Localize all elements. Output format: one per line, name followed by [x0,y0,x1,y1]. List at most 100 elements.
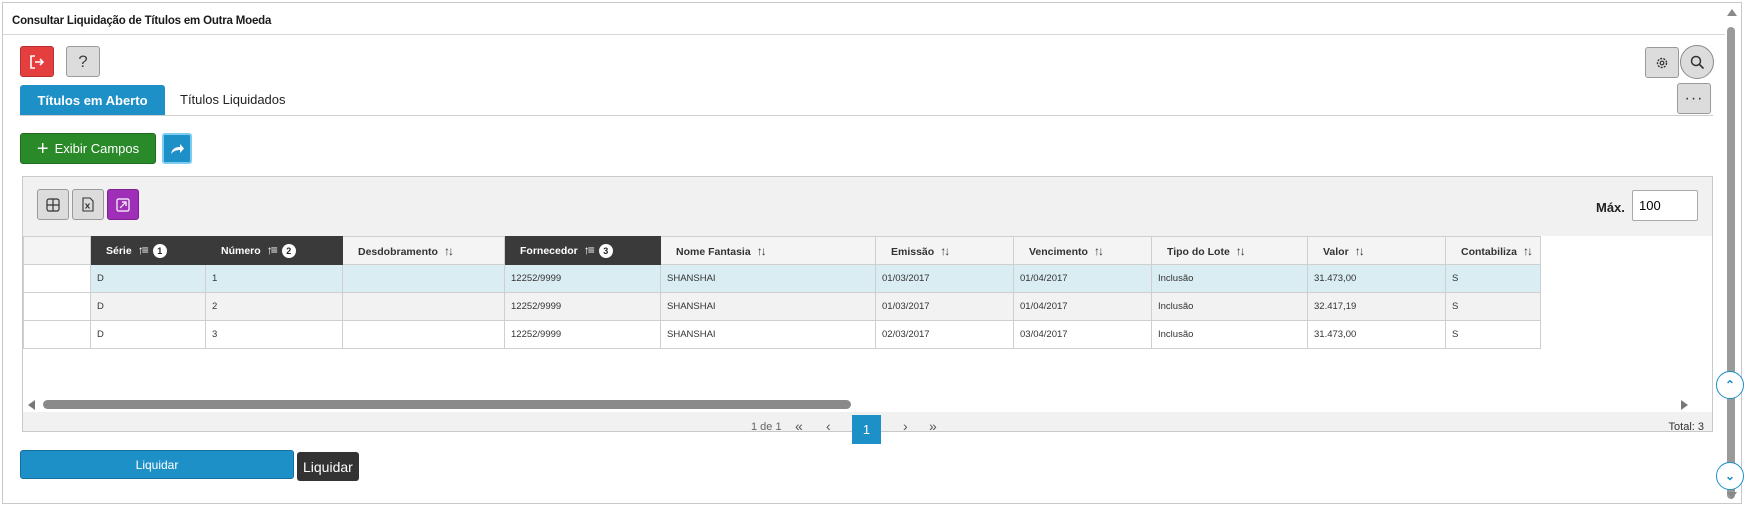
pagination: 1 de 1 « ‹ 1 › » Total: 3 [23,413,1712,444]
page-info: 1 de 1 [751,421,782,433]
scroll-thumb[interactable] [1727,27,1735,499]
column-header-contabiliza[interactable]: Contabiliza ↑↓ [1445,236,1541,265]
sort-icon[interactable]: ↑↓ [1236,244,1246,258]
grid-toolbar [37,189,139,220]
column-header-vencimento[interactable]: Vencimento ↑↓ [1013,236,1152,265]
share-button[interactable] [162,133,192,164]
header-row: Série ↑≡ 1 Número ↑≡ 2 Desdobramento ↑↓ Forne… [23,236,1541,265]
liquidar-tooltip: Liquidar [297,452,359,481]
sort-icon[interactable]: ↑↓ [1094,244,1104,258]
cell-nome-fantasia: SHANSHAI [660,292,876,321]
cell-vencimento: 03/04/2017 [1013,320,1152,349]
last-page-icon[interactable]: » [929,418,937,434]
table-row[interactable]: D 2 12252/9999 SHANSHAI 01/03/2017 01/04… [23,292,1541,321]
cell-valor: 32.417,19 [1307,292,1446,321]
ellipsis-icon: ··· [1684,89,1704,107]
cell-serie: D [90,264,206,293]
cell-numero: 1 [205,264,343,293]
tab-bar: Títulos em Aberto Títulos Liquidados [20,85,1713,116]
cell-fornecedor: 12252/9999 [504,292,661,321]
cell-nome-fantasia: SHANSHAI [660,320,876,349]
sort-icon[interactable]: ↑↓ [444,244,454,258]
cell-fornecedor: 12252/9999 [504,264,661,293]
next-page-icon[interactable]: › [903,418,908,434]
column-header-numero[interactable]: Número ↑≡ 2 [205,236,343,265]
tab-titulos-em-aberto[interactable]: Títulos em Aberto [20,85,165,115]
sort-icon[interactable]: ↑↓ [757,244,767,258]
column-label: Série [106,244,132,257]
sort-icon[interactable]: ↑↓ [1523,244,1533,258]
exit-icon [30,54,45,69]
help-icon: ? [78,51,88,71]
sort-order-badge: 2 [281,244,296,259]
cell-emissao: 01/03/2017 [875,264,1014,293]
vertical-scrollbar[interactable] [1723,5,1739,503]
scroll-left-arrow-icon[interactable] [28,400,35,410]
row-select-cell[interactable] [23,320,91,349]
column-header-desdobramento[interactable]: Desdobramento ↑↓ [342,236,505,265]
scroll-right-arrow-icon[interactable] [1681,400,1688,410]
cell-nome-fantasia: SHANSHAI [660,264,876,293]
column-label: Tipo do Lote [1167,245,1230,258]
row-select-cell[interactable] [23,292,91,321]
tab-titulos-liquidados[interactable]: Títulos Liquidados [180,92,286,107]
prev-page-icon[interactable]: ‹ [826,418,831,434]
grid-layout-button[interactable] [37,189,69,220]
more-options-button[interactable]: ··· [1677,83,1711,114]
expand-button[interactable] [107,189,139,220]
cell-contabiliza: S [1445,292,1541,321]
table-row[interactable]: D 1 12252/9999 SHANSHAI 01/03/2017 01/04… [23,264,1541,293]
horizontal-scrollbar[interactable] [23,396,1712,412]
page-1-button[interactable]: 1 [852,415,881,444]
row-select-cell[interactable] [23,264,91,293]
cell-contabiliza: S [1445,264,1541,293]
cell-numero: 2 [205,292,343,321]
help-button[interactable]: ? [66,46,100,77]
cell-desdobramento [342,320,505,349]
column-label: Desdobramento [358,245,438,258]
sort-icon[interactable]: ↑↓ [940,244,950,258]
sort-icon[interactable]: ↑↓ [1355,244,1365,258]
cell-tipo-do-lote: Inclusão [1151,320,1308,349]
cell-tipo-do-lote: Inclusão [1151,292,1308,321]
scroll-to-bottom-button[interactable]: ⌄ [1716,462,1744,490]
column-header-emissao[interactable]: Emissão ↑↓ [875,236,1014,265]
data-grid: Máx. Série↑≡1 Número↑≡2 Desdobramento↑↓ … [22,176,1713,444]
search-button[interactable] [1680,45,1714,79]
liquidar-button[interactable]: Liquidar [20,450,294,479]
scroll-up-arrow-icon[interactable] [1727,9,1737,16]
scroll-to-top-button[interactable]: ⌃ [1716,371,1744,399]
column-header-serie[interactable]: Série ↑≡ 1 [90,236,206,265]
plus-icon: + [36,137,49,160]
column-label: Número [221,244,261,257]
table-area: Série ↑≡ 1 Número ↑≡ 2 Desdobramento ↑↓ Forne… [23,236,1712,396]
scroll-down-arrow-icon[interactable] [1727,492,1737,499]
sort-asc-icon[interactable]: ↑≡ [138,243,149,257]
table-row[interactable]: D 3 12252/9999 SHANSHAI 02/03/2017 03/04… [23,320,1541,349]
first-page-icon[interactable]: « [795,418,803,434]
settings-button[interactable] [1645,47,1679,78]
cell-tipo-do-lote: Inclusão [1151,264,1308,293]
column-header-valor[interactable]: Valor ↑↓ [1307,236,1446,265]
max-input[interactable] [1632,190,1698,221]
cell-emissao: 02/03/2017 [875,320,1014,349]
exit-button[interactable] [20,46,54,77]
cell-serie: D [90,320,206,349]
cell-desdobramento [342,264,505,293]
sort-asc-icon[interactable]: ↑≡ [267,243,278,257]
cell-numero: 3 [205,320,343,349]
column-header-tipo-do-lote[interactable]: Tipo do Lote ↑↓ [1151,236,1308,265]
exibir-campos-button[interactable]: + Exibir Campos [20,133,156,164]
double-chevron-up-icon: ⌃ [1724,378,1736,392]
results-table: Série ↑≡ 1 Número ↑≡ 2 Desdobramento ↑↓ Forne… [23,236,1541,349]
sort-order-badge: 3 [598,244,613,259]
horizontal-scroll-thumb[interactable] [43,400,851,409]
cell-contabiliza: S [1445,320,1541,349]
title-bar: Consultar Liquidação de Títulos em Outra… [3,3,1725,35]
export-excel-button[interactable] [72,189,104,220]
column-header-fornecedor[interactable]: Fornecedor ↑≡ 3 [504,236,661,265]
sort-order-badge: 1 [152,244,167,259]
sort-asc-icon[interactable]: ↑≡ [584,243,595,257]
column-header-nome-fantasia[interactable]: Nome Fantasia ↑↓ [660,236,876,265]
column-label: Fornecedor [520,244,578,257]
